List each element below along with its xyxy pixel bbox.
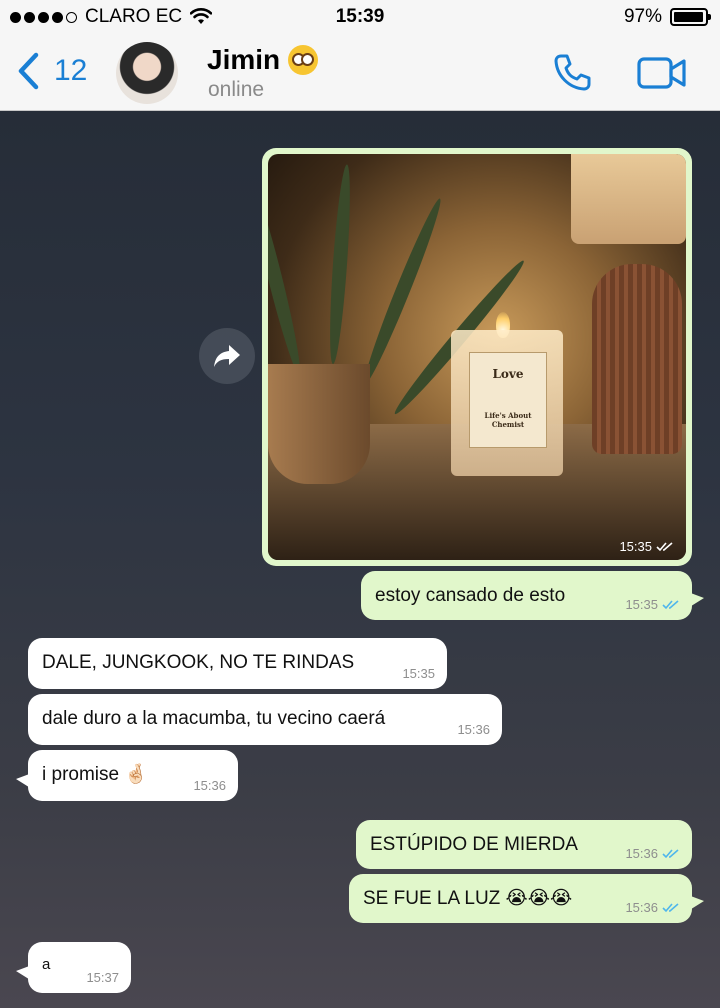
outgoing-message[interactable]: SE FUE LA LUZ 😭😭😭 15:36 — [349, 874, 704, 923]
candle-label: Love Life's About Chemist — [469, 352, 547, 448]
incoming-message[interactable]: dale duro a la macumba, tu vecino caerá 1… — [28, 694, 502, 745]
read-receipt-icon — [662, 849, 679, 859]
message-timestamp: 15:35 — [619, 539, 674, 554]
nerd-face-icon — [288, 45, 319, 75]
contact-title[interactable]: Jimin — [207, 44, 319, 76]
incoming-message[interactable]: DALE, JUNGKOOK, NO TE RINDAS 15:35 — [28, 638, 447, 689]
chat-area[interactable]: Love Life's About Chemist 15:35 estoy ca… — [0, 111, 720, 1008]
status-bar: CLARO EC 15:39 97% — [0, 0, 720, 36]
avatar[interactable] — [116, 42, 178, 104]
plant-pot — [268, 364, 370, 484]
back-button[interactable]: 12 — [16, 52, 87, 90]
read-receipt-icon — [656, 541, 673, 551]
contact-name: Jimin — [207, 44, 281, 75]
message-timestamp: 15:36 — [625, 846, 680, 862]
unread-count: 12 — [54, 54, 88, 87]
outgoing-message[interactable]: estoy cansado de esto 15:35 — [361, 571, 704, 620]
candle-jar: Love Life's About Chemist — [451, 330, 563, 476]
battery-percent: 97% — [623, 6, 662, 27]
lamp-base — [592, 264, 682, 454]
message-timestamp: 15:36 — [625, 900, 680, 916]
forward-icon — [214, 345, 240, 367]
message-text: DALE, JUNGKOOK, NO TE RINDAS — [42, 652, 355, 673]
message-timestamp: 15:36 — [193, 778, 226, 794]
video-call-icon[interactable] — [637, 56, 687, 90]
phone-call-icon[interactable] — [552, 52, 592, 92]
message-timestamp: 15:35 — [625, 597, 680, 613]
message-timestamp: 15:37 — [86, 970, 119, 986]
message-text: dale duro a la macumba, tu vecino caerá — [42, 708, 386, 729]
chevron-left-icon — [18, 52, 39, 90]
read-receipt-icon — [662, 903, 679, 913]
chat-header: 12 Jimin online — [0, 36, 720, 111]
battery-icon — [670, 8, 711, 26]
incoming-message[interactable]: i promise 🤞🏻 15:36 — [16, 750, 238, 801]
battery-info: 97% — [623, 6, 711, 28]
message-timestamp: 15:36 — [457, 722, 490, 738]
outgoing-message[interactable]: ESTÚPIDO DE MIERDA 15:36 — [356, 820, 692, 869]
contact-status: online — [208, 78, 265, 101]
message-timestamp: 15:35 — [402, 666, 435, 682]
status-time: 15:39 — [335, 6, 385, 27]
incoming-message[interactable]: a 15:37 — [16, 942, 131, 993]
image-message[interactable]: Love Life's About Chemist 15:35 — [262, 148, 692, 566]
candle-photo[interactable]: Love Life's About Chemist 15:35 — [268, 154, 686, 560]
lamp-shade — [571, 154, 686, 244]
forward-button[interactable] — [199, 328, 255, 384]
read-receipt-icon — [662, 600, 679, 610]
